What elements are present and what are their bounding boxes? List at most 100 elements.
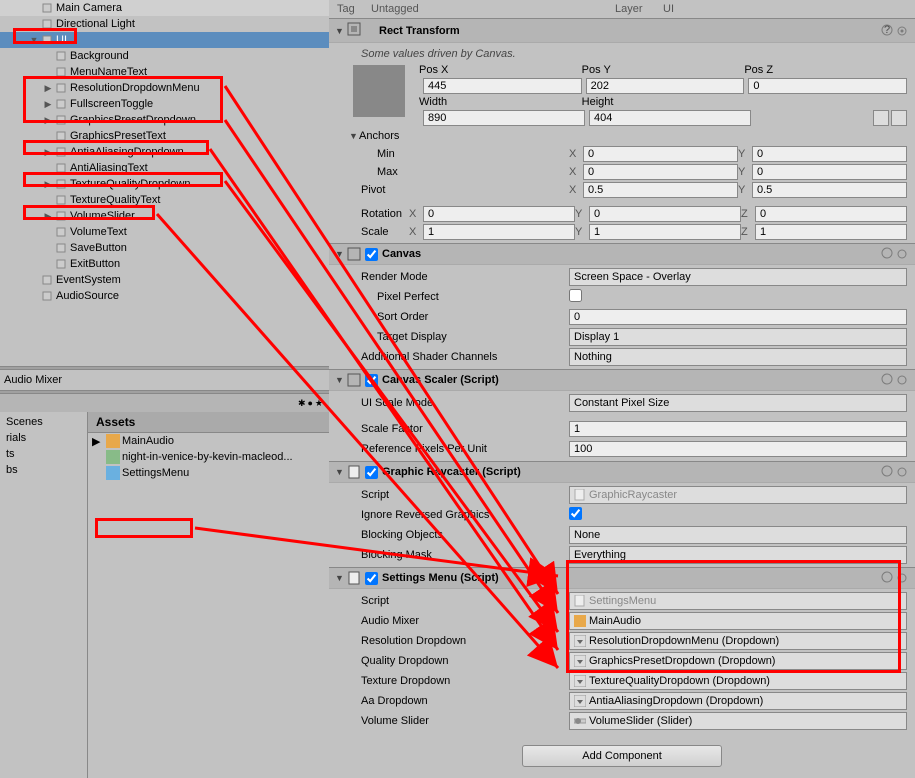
anchor-min-x[interactable] <box>583 146 738 162</box>
resolution-dropdown-field[interactable]: ResolutionDropdownMenu (Dropdown) <box>569 632 907 650</box>
rect-transform-header[interactable]: ▼ Rect Transform ? <box>329 18 915 43</box>
ignore-reversed-checkbox[interactable] <box>569 507 582 520</box>
tag-value[interactable]: Untagged <box>371 3 615 15</box>
gear-icon[interactable] <box>895 373 909 387</box>
scale-factor-input[interactable] <box>569 421 907 437</box>
hierarchy-item-main camera[interactable]: Main Camera <box>0 0 329 16</box>
target-display-dropdown[interactable]: Display 1 <box>569 328 907 346</box>
gear-icon[interactable] <box>895 465 909 479</box>
canvas-enable-checkbox[interactable] <box>365 248 378 261</box>
gear-icon[interactable] <box>895 571 909 585</box>
ref-px-input[interactable] <box>569 441 907 457</box>
project-folder[interactable]: Scenes <box>2 414 85 430</box>
asset-item[interactable]: night-in-venice-by-kevin-macleod... <box>88 449 329 465</box>
help-icon[interactable] <box>881 465 895 479</box>
pos-x-input[interactable] <box>423 78 582 94</box>
expand-arrow-icon[interactable]: ▶ <box>42 114 54 126</box>
scale-x[interactable] <box>423 224 575 240</box>
shader-channels-dropdown[interactable]: Nothing <box>569 348 907 366</box>
expand-arrow-icon[interactable] <box>28 18 40 30</box>
scale-z[interactable] <box>755 224 907 240</box>
pos-z-input[interactable] <box>748 78 907 94</box>
expand-arrow-icon[interactable]: ▶ <box>92 435 106 448</box>
hierarchy-item-graphicspresettext[interactable]: GraphicsPresetText <box>0 128 329 144</box>
expand-arrow-icon[interactable] <box>42 258 54 270</box>
fold-icon[interactable]: ▼ <box>335 467 345 477</box>
hierarchy-item-texturequalitytext[interactable]: TextureQualityText <box>0 192 329 208</box>
add-component-button[interactable]: Add Component <box>522 745 722 767</box>
project-folder[interactable]: ts <box>2 446 85 462</box>
aa-dropdown-field[interactable]: AntiaAliasingDropdown (Dropdown) <box>569 692 907 710</box>
fold-icon[interactable]: ▼ <box>335 573 345 583</box>
settings-menu-header[interactable]: ▼ Settings Menu (Script) <box>329 567 915 589</box>
help-icon[interactable] <box>881 571 895 585</box>
hierarchy-item-volumeslider[interactable]: ▶VolumeSlider <box>0 208 329 224</box>
asset-item[interactable]: ▶MainAudio <box>88 433 329 449</box>
expand-arrow-icon[interactable]: ▶ <box>42 146 54 158</box>
sort-order-input[interactable] <box>569 309 907 325</box>
hierarchy-item-directional light[interactable]: Directional Light <box>0 16 329 32</box>
help-icon[interactable]: ? <box>881 24 895 38</box>
asset-item[interactable]: SettingsMenu <box>88 465 329 481</box>
hierarchy-item-eventsystem[interactable]: EventSystem <box>0 272 329 288</box>
gear-icon[interactable] <box>895 247 909 261</box>
expand-arrow-icon[interactable]: ▶ <box>42 210 54 222</box>
quality-dropdown-field[interactable]: GraphicsPresetDropdown (Dropdown) <box>569 652 907 670</box>
hierarchy-item-fullscreentoggle[interactable]: ▶FullscreenToggle <box>0 96 329 112</box>
hierarchy-item-graphicspresetdropdown[interactable]: ▶GraphicsPresetDropdown <box>0 112 329 128</box>
expand-arrow-icon[interactable] <box>42 194 54 206</box>
project-folder[interactable]: bs <box>2 462 85 478</box>
hierarchy-item-antiaaliasingdropdown[interactable]: ▶AntiaAliasingDropdown <box>0 144 329 160</box>
pivot-x[interactable] <box>583 182 738 198</box>
settings-menu-enable-checkbox[interactable] <box>365 572 378 585</box>
expand-arrow-icon[interactable] <box>42 130 54 142</box>
rot-y[interactable] <box>589 206 741 222</box>
width-input[interactable] <box>423 110 585 126</box>
hierarchy-item-background[interactable]: Background <box>0 48 329 64</box>
script-field[interactable]: GraphicRaycaster <box>569 486 907 504</box>
blocking-objects-dropdown[interactable]: None <box>569 526 907 544</box>
expand-arrow-icon[interactable] <box>42 50 54 62</box>
help-icon[interactable] <box>881 373 895 387</box>
hierarchy-item-menunametext[interactable]: MenuNameText <box>0 64 329 80</box>
blocking-mask-dropdown[interactable]: Everything <box>569 546 907 564</box>
expand-arrow-icon[interactable] <box>42 162 54 174</box>
ui-scale-mode-dropdown[interactable]: Constant Pixel Size <box>569 394 907 412</box>
hierarchy-item-volumetext[interactable]: VolumeText <box>0 224 329 240</box>
gear-icon[interactable] <box>895 24 909 38</box>
height-input[interactable] <box>589 110 751 126</box>
canvas-header[interactable]: ▼ Canvas <box>329 243 915 265</box>
hierarchy-item-resolutiondropdownmenu[interactable]: ▶ResolutionDropdownMenu <box>0 80 329 96</box>
rot-z[interactable] <box>755 206 907 222</box>
blueprint-mode-button[interactable] <box>873 110 889 126</box>
expand-arrow-icon[interactable] <box>42 226 54 238</box>
anchor-max-y[interactable] <box>752 164 907 180</box>
raycaster-enable-checkbox[interactable] <box>365 466 378 479</box>
pivot-y[interactable] <box>752 182 907 198</box>
render-mode-dropdown[interactable]: Screen Space - Overlay <box>569 268 907 286</box>
audio-mixer-field[interactable]: MainAudio <box>569 612 907 630</box>
expand-arrow-icon[interactable]: ▶ <box>42 98 54 110</box>
expand-arrow-icon[interactable] <box>42 242 54 254</box>
fold-icon[interactable]: ▼ <box>335 249 345 259</box>
anchor-preview[interactable] <box>353 65 405 117</box>
hierarchy-item-ui[interactable]: ▼UI <box>0 32 329 48</box>
anchor-max-x[interactable] <box>583 164 738 180</box>
rot-x[interactable] <box>423 206 575 222</box>
graphic-raycaster-header[interactable]: ▼ Graphic Raycaster (Script) <box>329 461 915 483</box>
script-field[interactable]: SettingsMenu <box>569 592 907 610</box>
expand-arrow-icon[interactable]: ▼ <box>28 34 40 46</box>
fold-icon[interactable]: ▼ <box>335 26 345 36</box>
canvas-scaler-enable-checkbox[interactable] <box>365 374 378 387</box>
raw-edit-button[interactable] <box>891 110 907 126</box>
fold-icon[interactable]: ▼ <box>335 375 345 385</box>
texture-dropdown-field[interactable]: TextureQualityDropdown (Dropdown) <box>569 672 907 690</box>
hierarchy-item-exitbutton[interactable]: ExitButton <box>0 256 329 272</box>
expand-arrow-icon[interactable] <box>28 290 40 302</box>
expand-arrow-icon[interactable] <box>28 274 40 286</box>
volume-slider-field[interactable]: VolumeSlider (Slider) <box>569 712 907 730</box>
pos-y-input[interactable] <box>586 78 745 94</box>
anchor-min-y[interactable] <box>752 146 907 162</box>
hierarchy-item-savebutton[interactable]: SaveButton <box>0 240 329 256</box>
expand-arrow-icon[interactable]: ▶ <box>42 178 54 190</box>
